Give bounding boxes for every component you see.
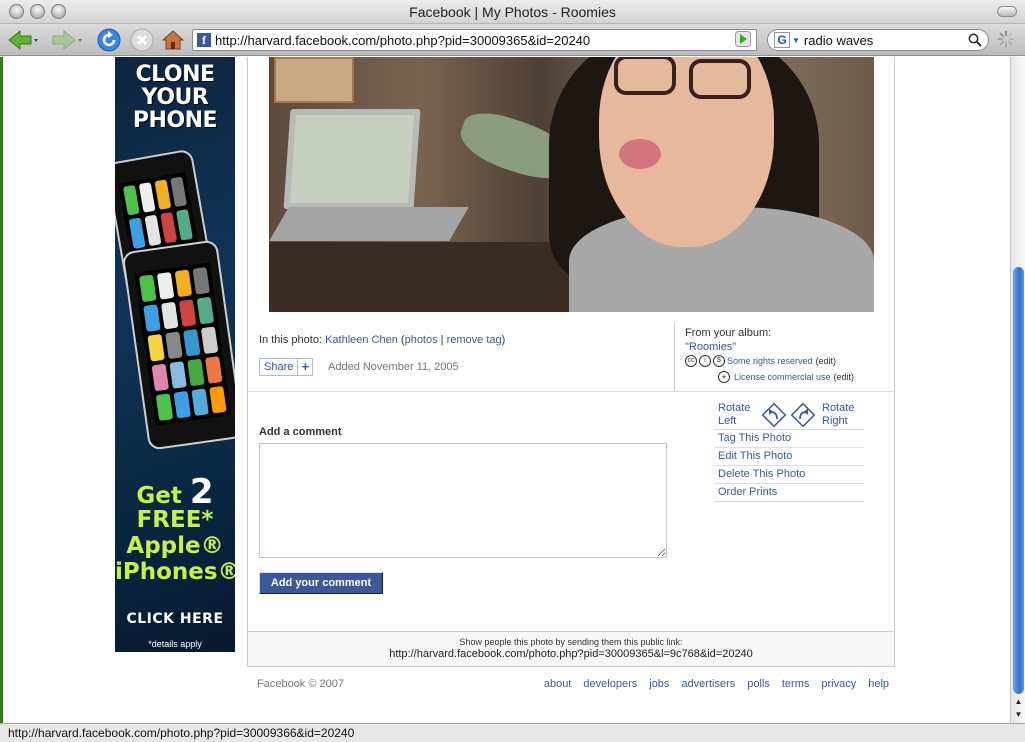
rotate-left-link[interactable]: Rotate Left: [718, 402, 750, 428]
photo-image[interactable]: [269, 57, 874, 312]
magnifier-icon[interactable]: [968, 33, 982, 47]
remove-tag-link[interactable]: remove tag: [447, 334, 502, 346]
footer-copyright: Facebook © 2007: [257, 678, 344, 690]
ad-offer-line-1: FREE*: [136, 507, 214, 533]
photo-actions: Rotate Left Rotate Right Tag This Photo Ed…: [714, 402, 864, 502]
status-bar: http://harvard.facebook.com/photo.php?pi…: [0, 723, 1025, 742]
public-link-caption: Show people this photo by sending them t…: [459, 637, 683, 647]
scroll-down-arrow-icon[interactable]: ▼: [1012, 708, 1025, 721]
back-button[interactable]: [6, 27, 40, 53]
search-input[interactable]: radio waves: [804, 33, 968, 48]
photos-link[interactable]: photos: [405, 334, 438, 346]
back-arrow-icon: [8, 29, 38, 51]
license-edit-link[interactable]: (edit): [834, 372, 855, 382]
license-icon: +: [718, 371, 730, 383]
rights-row: cc i $ Some rights reserved (edit): [685, 355, 836, 367]
search-bar[interactable]: G ▼ radio waves: [767, 29, 989, 51]
attribution-icon: i: [699, 355, 711, 367]
iphone-ad-banner[interactable]: CLONE YOUR PHONE Get 2 FREE* Apple® iPho…: [115, 57, 235, 652]
album-name-link[interactable]: "Roomies": [685, 341, 736, 353]
add-comment-label: Add a comment: [259, 426, 342, 438]
share-plus-icon[interactable]: +: [298, 359, 312, 375]
footer-link-terms[interactable]: terms: [782, 678, 810, 690]
facebook-favicon-icon: f: [197, 33, 211, 47]
share-button[interactable]: Share +: [259, 358, 314, 376]
address-bar[interactable]: f http://harvard.facebook.com/photo.php?…: [192, 29, 757, 51]
noncommercial-icon: $: [713, 355, 725, 367]
left-edge: [0, 57, 3, 723]
footer-link-help[interactable]: help: [868, 678, 889, 690]
page-content: CLONE YOUR PHONE Get 2 FREE* Apple® iPho…: [0, 57, 1010, 723]
forward-button[interactable]: [50, 27, 84, 53]
delete-photo-link[interactable]: Delete This Photo: [714, 466, 864, 484]
reload-icon: [97, 28, 121, 52]
footer-link-jobs[interactable]: jobs: [649, 678, 669, 690]
edit-photo-link[interactable]: Edit This Photo: [714, 448, 864, 466]
footer-link-polls[interactable]: polls: [747, 678, 770, 690]
footer-link-advertisers[interactable]: advertisers: [681, 678, 735, 690]
ad-headline-3: PHONE: [132, 108, 218, 133]
go-button[interactable]: [735, 31, 751, 50]
forward-arrow-icon: [52, 29, 82, 51]
stop-icon: [130, 28, 154, 52]
rotate-right-link[interactable]: Rotate Right: [822, 402, 854, 428]
in-this-photo-label: In this photo:: [259, 334, 322, 346]
ad-click-here[interactable]: CLICK HERE: [115, 611, 235, 627]
phone-image-front: [121, 239, 235, 451]
scrollbar-thumb[interactable]: [1013, 267, 1024, 694]
spinner-icon: [997, 30, 1015, 48]
photo-panel: In this photo: Kathleen Chen (photos | r…: [247, 57, 895, 667]
address-input[interactable]: http://harvard.facebook.com/photo.php?pi…: [215, 33, 740, 48]
stop-button[interactable]: [129, 27, 155, 53]
footer-link-about[interactable]: about: [544, 678, 572, 690]
home-icon: [161, 30, 185, 50]
comment-textarea[interactable]: [259, 443, 667, 558]
vertical-scrollbar[interactable]: ▲ ▼: [1010, 57, 1025, 723]
ad-headline-1: CLONE: [135, 62, 215, 87]
public-link-url[interactable]: http://harvard.facebook.com/photo.php?pi…: [248, 648, 894, 660]
ad-offer-line-3: iPhones®: [115, 559, 235, 585]
share-label[interactable]: Share: [260, 359, 299, 375]
album-info: From your album: "Roomies" cc i $ Some r…: [674, 323, 895, 391]
rotate-right-icon[interactable]: [790, 402, 816, 428]
ad-offer-number: 2: [189, 472, 214, 512]
rotate-row: Rotate Left Rotate Right: [714, 402, 864, 430]
ad-offer-get: Get 2: [115, 475, 235, 509]
rights-link[interactable]: Some rights reserved: [727, 356, 813, 366]
footer-links: about developers jobs advertisers polls …: [544, 678, 889, 690]
license-row: + License commercial use (edit): [718, 371, 854, 383]
window-title: Facebook | My Photos - Roomies: [409, 4, 616, 20]
added-date: Added November 11, 2005: [328, 361, 459, 373]
rights-edit-link[interactable]: (edit): [816, 356, 837, 366]
title-bar: Facebook | My Photos - Roomies: [0, 0, 1025, 24]
tagged-person-link[interactable]: Kathleen Chen: [325, 334, 398, 346]
footer-link-privacy[interactable]: privacy: [821, 678, 856, 690]
public-link-box: Show people this photo by sending them t…: [248, 631, 894, 666]
footer-link-developers[interactable]: developers: [583, 678, 637, 690]
go-icon: [735, 31, 751, 47]
order-prints-link[interactable]: Order Prints: [714, 484, 864, 502]
reload-button[interactable]: [96, 27, 122, 53]
in-this-photo: In this photo: Kathleen Chen (photos | r…: [259, 334, 506, 346]
ad-offer-line-2: Apple®: [126, 533, 224, 559]
ad-headline-2: YOUR: [141, 85, 209, 110]
ad-offer-get-text: Get: [136, 483, 182, 509]
album-from-label: From your album:: [685, 327, 772, 339]
add-comment-button[interactable]: Add your comment: [259, 572, 383, 594]
rotate-left-icon[interactable]: [761, 402, 787, 428]
search-engine-dropdown-icon[interactable]: ▼: [792, 36, 800, 45]
ad-fineprint: *details apply: [148, 639, 202, 649]
google-icon[interactable]: G: [774, 32, 790, 48]
section-divider: [248, 391, 894, 392]
cc-icon: cc: [685, 355, 697, 367]
home-button[interactable]: [160, 27, 186, 53]
tag-photo-link[interactable]: Tag This Photo: [714, 430, 864, 448]
browser-toolbar: f http://harvard.facebook.com/photo.php?…: [0, 24, 1025, 56]
scroll-up-arrow-icon[interactable]: ▲: [1012, 695, 1025, 708]
toolbar-toggle-button[interactable]: [997, 6, 1017, 17]
license-link[interactable]: License commercial use: [734, 372, 831, 382]
